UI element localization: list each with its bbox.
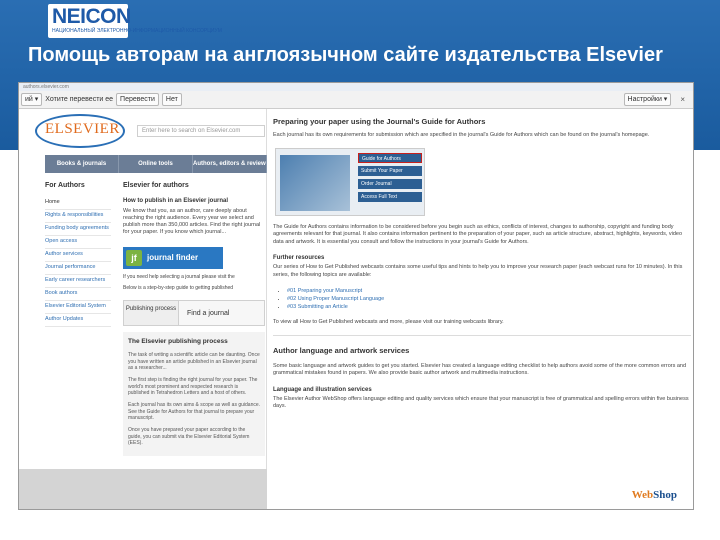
nav-authors-editors[interactable]: Authors, editors & reviewers: [193, 155, 267, 173]
process-tabs: Publishing process Find a journal: [123, 300, 265, 326]
logo-subtitle: НАЦИОНАЛЬНЫЙ ЭЛЕКТРОННО-ИНФОРМАЦИОННЫЙ К…: [52, 28, 222, 34]
mid-text: We know that you, as an author, care dee…: [123, 208, 261, 235]
nav-books-journals[interactable]: Books & journals: [45, 155, 119, 173]
translate-bar-right: Настройки ▾ ×: [623, 93, 685, 106]
sidebar-item-author-services[interactable]: Author services: [45, 249, 111, 262]
help-text: If you need help selecting a journal ple…: [123, 274, 235, 280]
language-services-heading: Author language and artwork services: [273, 345, 410, 355]
article-panel: Preparing your paper using the Journal's…: [273, 117, 691, 509]
no-button[interactable]: Нет: [161, 93, 182, 106]
further-resources-title: Further resources: [273, 255, 325, 261]
language-select[interactable]: ий ▾: [21, 93, 43, 106]
webcast-link-text[interactable]: #03 Submitting an Article: [287, 304, 348, 310]
webcast-list: #01 Preparing your Manuscript #02 Using …: [287, 287, 691, 311]
process-box: The Elsevier publishing process The task…: [123, 332, 265, 456]
close-icon[interactable]: ×: [680, 95, 685, 104]
sidebar-item-journal-performance[interactable]: Journal performance: [45, 262, 111, 275]
menu-order-journal[interactable]: Order Journal: [358, 178, 422, 189]
webshop-logo-shop: Shop: [653, 489, 677, 501]
menu-access-full-text[interactable]: Access Full Text: [358, 191, 422, 202]
webcast-link[interactable]: #03 Submitting an Article: [287, 303, 691, 311]
process-paragraph: The first step is finding the right jour…: [128, 377, 258, 396]
webshop-logo[interactable]: WebShop: [632, 489, 677, 501]
process-paragraph: The task of writing a scientific article…: [128, 352, 260, 371]
sidebar-item-home[interactable]: Home: [45, 197, 111, 210]
steps-text: Below is a step-by-step guide to getting…: [123, 285, 234, 291]
slide-title: Помощь авторам на англоязычном сайте изд…: [28, 44, 663, 66]
further-resources-text: Our series of How to Get Published webca…: [273, 264, 683, 278]
sidebar-links: Home Rights & responsibilities Funding b…: [45, 197, 111, 327]
left-bottom-gray: [19, 469, 267, 509]
translate-button[interactable]: Перевести: [116, 93, 159, 106]
logo-text: NEICON: [52, 5, 131, 28]
divider: [273, 334, 691, 336]
sidebar-item-early-career[interactable]: Early career researchers: [45, 275, 111, 288]
tab-publishing-process[interactable]: Publishing process: [123, 300, 179, 326]
illustration-services-text: The Elsevier Author WebShop offers langu…: [273, 395, 689, 410]
sidebar-item-funding[interactable]: Funding body agreements: [45, 223, 111, 236]
webshop-logo-web: Web: [631, 489, 654, 501]
language-services-text: Some basic language and artwork guides t…: [273, 362, 687, 377]
journal-finder-label: journal finder: [147, 253, 199, 262]
browser-screenshot: authors.elsevier.com ий ▾ Хотите перевес…: [18, 82, 694, 510]
menu-submit-paper[interactable]: Submit Your Paper: [358, 165, 422, 176]
settings-button[interactable]: Настройки ▾: [623, 93, 672, 106]
process-paragraph: Each journal has its own aims & scope as…: [128, 402, 260, 421]
neicon-logo: NEICON НАЦИОНАЛЬНЫЙ ЭЛЕКТРОННО-ИНФОРМАЦИ…: [48, 4, 222, 38]
journal-finder-button[interactable]: jf journal finder: [123, 247, 223, 269]
webcast-link-text[interactable]: #01 Preparing your Manuscript: [287, 288, 362, 294]
elsevier-nav: Books & journals Online tools Authors, e…: [45, 155, 267, 173]
nav-online-tools[interactable]: Online tools: [119, 155, 193, 173]
translate-prompt: Хотите перевести ее: [45, 96, 114, 103]
webcast-link[interactable]: #01 Preparing your Manuscript: [287, 287, 691, 295]
elsevier-left-panel: ELSEVIER Enter here to search on Elsevie…: [19, 109, 267, 469]
mid-heading: Elsevier for authors: [123, 182, 189, 189]
journal-finder-icon: jf: [126, 250, 142, 266]
sidebar-item-open-access[interactable]: Open access: [45, 236, 111, 249]
article-heading: Preparing your paper using the Journal's…: [273, 117, 486, 126]
journal-homepage-thumbnail: Guide for Authors Submit Your Paper Orde…: [275, 147, 425, 216]
sidebar-item-ees[interactable]: Elsevier Editorial System: [45, 301, 111, 314]
menu-guide-for-authors[interactable]: Guide for Authors: [358, 152, 422, 163]
search-input[interactable]: Enter here to search on Elsevier.com: [137, 125, 265, 137]
webcast-link[interactable]: #02 Using Proper Manuscript Language: [287, 295, 691, 303]
highlight-ellipse: [35, 114, 125, 148]
guide-text: The Guide for Authors contains informati…: [273, 223, 683, 245]
address-bar[interactable]: authors.elsevier.com: [19, 83, 693, 91]
web-page: ELSEVIER Enter here to search on Elsevie…: [19, 109, 693, 509]
sidebar-item-author-updates[interactable]: Author Updates: [45, 314, 111, 327]
main-column: Elsevier for authors How to publish in a…: [123, 182, 265, 456]
thumbnail-menu: Guide for Authors Submit Your Paper Orde…: [358, 152, 422, 205]
sidebar-item-book-authors[interactable]: Book authors: [45, 288, 111, 301]
process-paragraph: Once you have prepared your paper accord…: [128, 427, 250, 446]
tab-find-journal[interactable]: Find a journal: [179, 300, 265, 326]
illustration-services-title: Language and illustration services: [273, 386, 372, 393]
sidebar-item-rights[interactable]: Rights & responsibilities: [45, 210, 111, 223]
translate-bar: ий ▾ Хотите перевести ее Перевести Нет Н…: [19, 91, 693, 109]
mid-subheading: How to publish in an Elsevier journal: [123, 198, 229, 204]
article-intro: Each journal has its own requirements fo…: [273, 132, 650, 138]
view-all-text: To view all How to Get Published webcast…: [273, 319, 504, 325]
journal-cover-image: [280, 154, 350, 211]
for-authors-title: For Authors: [45, 182, 85, 189]
process-heading: The Elsevier publishing process: [128, 338, 228, 345]
webcast-link-text[interactable]: #02 Using Proper Manuscript Language: [287, 296, 384, 302]
